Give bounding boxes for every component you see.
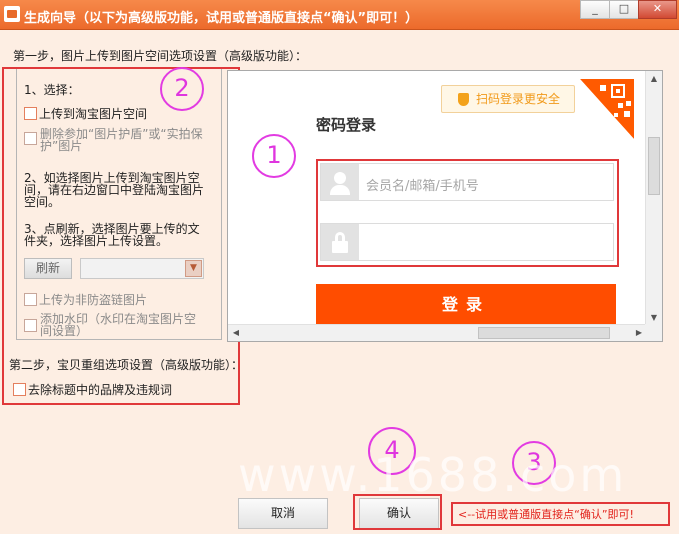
maximize-button[interactable]: □: [609, 0, 639, 19]
scroll-corner: [645, 324, 662, 341]
login-button[interactable]: 登录: [316, 284, 616, 326]
horizontal-scrollbar[interactable]: ◀ ▶: [228, 324, 647, 341]
step1-label: 第一步，图片上传到图片空间选项设置（高级版功能）：: [13, 49, 308, 63]
annotation-circle-2: 2: [160, 67, 204, 111]
horizontal-scroll-thumb[interactable]: [478, 327, 610, 339]
vertical-scroll-thumb[interactable]: [648, 137, 660, 195]
qr-login-tip[interactable]: 扫码登录更安全: [441, 85, 575, 113]
qr-code-icon[interactable]: [580, 79, 634, 139]
vertical-scrollbar[interactable]: ▲ ▼: [645, 71, 662, 326]
close-button[interactable]: ✕: [638, 0, 677, 19]
annotation-box-confirm: [353, 494, 442, 530]
qr-login-tip-text: 扫码登录更安全: [476, 92, 561, 106]
annotation-box-login: [316, 159, 619, 267]
cancel-button[interactable]: 取消: [238, 498, 328, 529]
annotation-box-options: [2, 67, 240, 405]
password-login-title: 密码登录: [316, 116, 377, 134]
minimize-button[interactable]: _: [580, 0, 610, 19]
scroll-left-icon[interactable]: ◀: [228, 325, 244, 341]
annotation-box-hint: [451, 502, 670, 526]
title-bar: 生成向导（以下为高级版功能，试用或普通版直接点“确认”即可！） _ □ ✕: [0, 0, 679, 30]
window-title: 生成向导（以下为高级版功能，试用或普通版直接点“确认”即可！）: [24, 11, 419, 26]
scroll-up-icon[interactable]: ▲: [646, 71, 662, 87]
app-icon: [4, 6, 20, 22]
annotation-circle-1: 1: [252, 134, 296, 178]
shield-icon: [458, 93, 469, 106]
